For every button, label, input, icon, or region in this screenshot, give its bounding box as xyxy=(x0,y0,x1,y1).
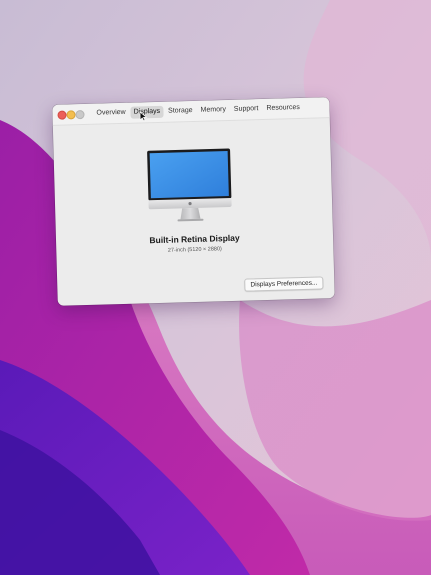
tab-bar: Overview Displays Storage Memory Support… xyxy=(93,102,303,120)
tab-storage[interactable]: Storage xyxy=(165,105,196,118)
cursor-icon xyxy=(139,111,148,122)
system-info-window: Overview Displays Storage Memory Support… xyxy=(52,97,335,306)
tab-resources[interactable]: Resources xyxy=(263,102,303,115)
close-button[interactable] xyxy=(57,110,67,120)
tab-support[interactable]: Support xyxy=(231,103,262,116)
displays-preferences-button[interactable]: Displays Preferences... xyxy=(244,276,324,292)
tab-memory[interactable]: Memory xyxy=(197,104,229,117)
imac-icon xyxy=(147,148,232,222)
tab-overview[interactable]: Overview xyxy=(93,107,129,120)
zoom-button[interactable] xyxy=(75,110,85,120)
minimize-button[interactable] xyxy=(66,110,76,120)
